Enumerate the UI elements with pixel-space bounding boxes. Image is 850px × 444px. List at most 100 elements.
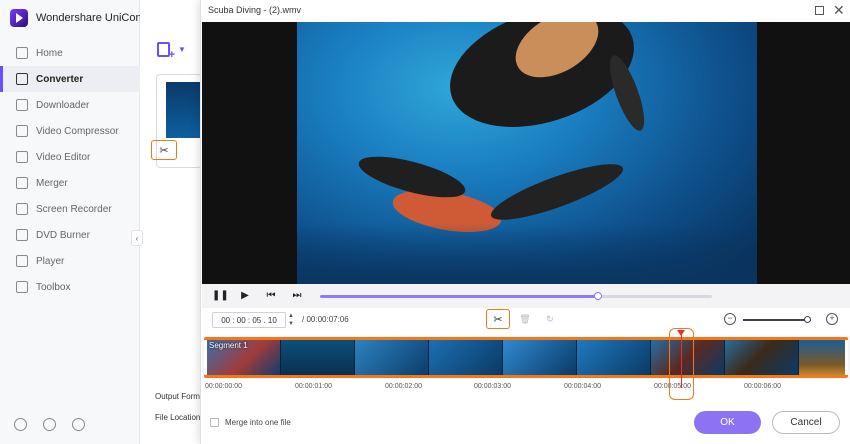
trim-tools: 00 : 00 : 05 . 10 ▲ ▼ / 00:00:07:06 ✂ 🗑 ↻… xyxy=(202,308,850,332)
progress-handle[interactable] xyxy=(594,292,603,300)
sidebar-item-home[interactable]: Home xyxy=(0,40,140,66)
ok-button[interactable]: OK xyxy=(694,411,761,434)
frame-thumbnail xyxy=(281,340,355,375)
trim-dialog: Scuba Diving - (2).wmv ✕ ❚❚ ▶ ⏮ ⏭ 00: 0… xyxy=(200,0,850,444)
sidebar-item-label: Downloader xyxy=(36,99,90,111)
sidebar-item-label: Video Editor xyxy=(36,151,91,163)
compressor-icon xyxy=(16,125,28,137)
add-files-button[interactable]: ▼ xyxy=(157,42,186,61)
play-icon[interactable]: ▶ xyxy=(238,289,252,303)
frame-strip xyxy=(207,340,845,375)
sidebar-item-screen-recorder[interactable]: Screen Recorder xyxy=(0,196,140,222)
close-icon[interactable]: ✕ xyxy=(833,2,845,18)
frame-thumbnail xyxy=(503,340,577,375)
sidebar-item-dvd-burner[interactable]: DVD Burner xyxy=(0,222,140,248)
sidebar-item-label: Merger xyxy=(36,177,68,189)
ruler-tick-label: 00:00:04:00 xyxy=(564,383,601,390)
frame-thumbnail xyxy=(725,340,799,375)
sidebar-item-player[interactable]: Player xyxy=(0,248,140,274)
merge-label: Merge into one file xyxy=(225,418,291,427)
redo-icon[interactable]: ↻ xyxy=(544,313,556,325)
playhead[interactable] xyxy=(681,334,682,388)
merge-checkbox[interactable] xyxy=(210,418,219,427)
zoom-out-icon[interactable]: − xyxy=(724,313,736,325)
playback-controls: ❚❚ ▶ ⏮ ⏭ xyxy=(202,284,850,308)
output-format-label: Output Form xyxy=(155,392,200,401)
chevron-down-icon: ▼ xyxy=(178,45,186,54)
delete-icon[interactable]: 🗑 xyxy=(519,313,531,325)
playhead-marker-icon[interactable] xyxy=(677,330,685,336)
converter-icon xyxy=(16,73,28,85)
previous-frame-icon[interactable]: ⏮ xyxy=(264,289,278,303)
next-frame-icon[interactable]: ⏭ xyxy=(290,289,304,303)
maximize-icon[interactable] xyxy=(815,6,824,15)
pause-icon[interactable]: ❚❚ xyxy=(212,289,229,303)
dvd-icon xyxy=(16,229,28,241)
total-duration: / 00:00:07:06 xyxy=(302,315,349,324)
reef-background xyxy=(297,224,757,284)
sidebar-item-toolbox[interactable]: Toolbox xyxy=(0,274,140,300)
uniconverter-app: Wondershare UniConverter Home Converter … xyxy=(0,0,850,444)
zoom-in-icon[interactable]: + xyxy=(826,313,838,325)
timeline[interactable]: Segment 1 xyxy=(202,336,850,379)
time-ruler: 00:00:00:00 00:00:01:00 00:00:02:00 00:0… xyxy=(202,380,850,394)
home-icon xyxy=(16,47,28,59)
sidebar-item-label: Screen Recorder xyxy=(36,203,112,215)
ruler-tick-label: 00:00:06:00 xyxy=(744,383,781,390)
merger-icon xyxy=(16,177,28,189)
zoom-slider[interactable] xyxy=(743,316,811,323)
sidebar-item-video-compressor[interactable]: Video Compressor xyxy=(0,118,140,144)
dialog-titlebar: Scuba Diving - (2).wmv ✕ xyxy=(201,0,850,22)
scissors-icon: ✂ xyxy=(493,313,503,326)
sidebar-item-merger[interactable]: Merger xyxy=(0,170,140,196)
player-icon xyxy=(16,255,28,267)
scissors-icon: ✂ xyxy=(159,144,169,157)
time-stepper[interactable]: ▲ ▼ xyxy=(287,312,295,328)
merge-option[interactable]: Merge into one file xyxy=(210,418,291,427)
segment-clip[interactable]: Segment 1 xyxy=(204,337,848,378)
uniconverter-logo-icon xyxy=(10,9,28,27)
zoom-handle[interactable] xyxy=(803,316,811,323)
sidebar-item-label: Player xyxy=(36,255,65,267)
recorder-icon xyxy=(16,203,28,215)
ruler-tick-label: 00:00:01:00 xyxy=(295,383,332,390)
sidebar-item-label: Converter xyxy=(36,73,84,85)
sidebar-item-label: Video Compressor xyxy=(36,125,119,137)
cancel-button[interactable]: Cancel xyxy=(772,411,840,434)
video-preview-area xyxy=(202,22,850,284)
collapse-sidebar-button[interactable]: ‹ xyxy=(131,230,143,246)
help-icon[interactable] xyxy=(14,418,27,431)
sidebar-item-label: DVD Burner xyxy=(36,229,90,241)
ruler-tick-label: 00:00:02:00 xyxy=(385,383,422,390)
ruler-tick-label: 00:00:03:00 xyxy=(474,383,511,390)
frame-thumbnail xyxy=(577,340,651,375)
video-preview[interactable] xyxy=(297,22,757,284)
sidebar-nav: Home Converter Downloader Video Compress… xyxy=(0,40,140,300)
editor-icon xyxy=(16,151,28,163)
video-thumbnail xyxy=(166,82,203,138)
sidebar-item-converter[interactable]: Converter xyxy=(0,66,140,92)
sidebar-item-label: Home xyxy=(36,47,63,59)
cut-button[interactable]: ✂ xyxy=(486,309,510,329)
ruler-tick-label: 00:00:00:00 xyxy=(205,383,242,390)
segment-start-handle[interactable] xyxy=(204,340,207,375)
downloader-icon xyxy=(16,99,28,111)
dialog-title: Scuba Diving - (2).wmv xyxy=(208,5,302,15)
toolbox-icon xyxy=(16,281,28,293)
file-location-label: File Location: xyxy=(155,413,203,422)
trim-button[interactable]: ✂ xyxy=(151,140,177,160)
segment-end-handle[interactable] xyxy=(845,340,848,375)
sidebar-item-video-editor[interactable]: Video Editor xyxy=(0,144,140,170)
frame-thumbnail xyxy=(799,340,845,375)
sidebar-item-label: Toolbox xyxy=(36,281,71,293)
current-time-field[interactable]: 00 : 00 : 05 . 10 xyxy=(212,312,286,328)
sidebar-footer xyxy=(14,418,85,431)
feedback-icon[interactable] xyxy=(72,418,85,431)
segment-label: Segment 1 xyxy=(209,341,248,350)
add-file-icon xyxy=(157,42,175,61)
frame-thumbnail xyxy=(355,340,429,375)
progress-bar[interactable] xyxy=(320,292,712,300)
progress-fill xyxy=(320,295,599,298)
bell-icon[interactable] xyxy=(43,418,56,431)
sidebar-item-downloader[interactable]: Downloader xyxy=(0,92,140,118)
